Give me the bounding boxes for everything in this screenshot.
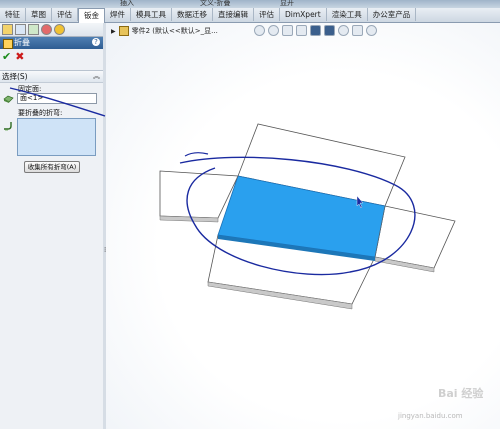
annotation-line: [9, 87, 106, 117]
watermark-url: jingyan.baidu.com: [398, 412, 463, 420]
watermark-logo: Bai 经验: [438, 387, 484, 400]
annotation-hook: [184, 152, 209, 157]
sheet-metal-model: [9, 87, 456, 310]
